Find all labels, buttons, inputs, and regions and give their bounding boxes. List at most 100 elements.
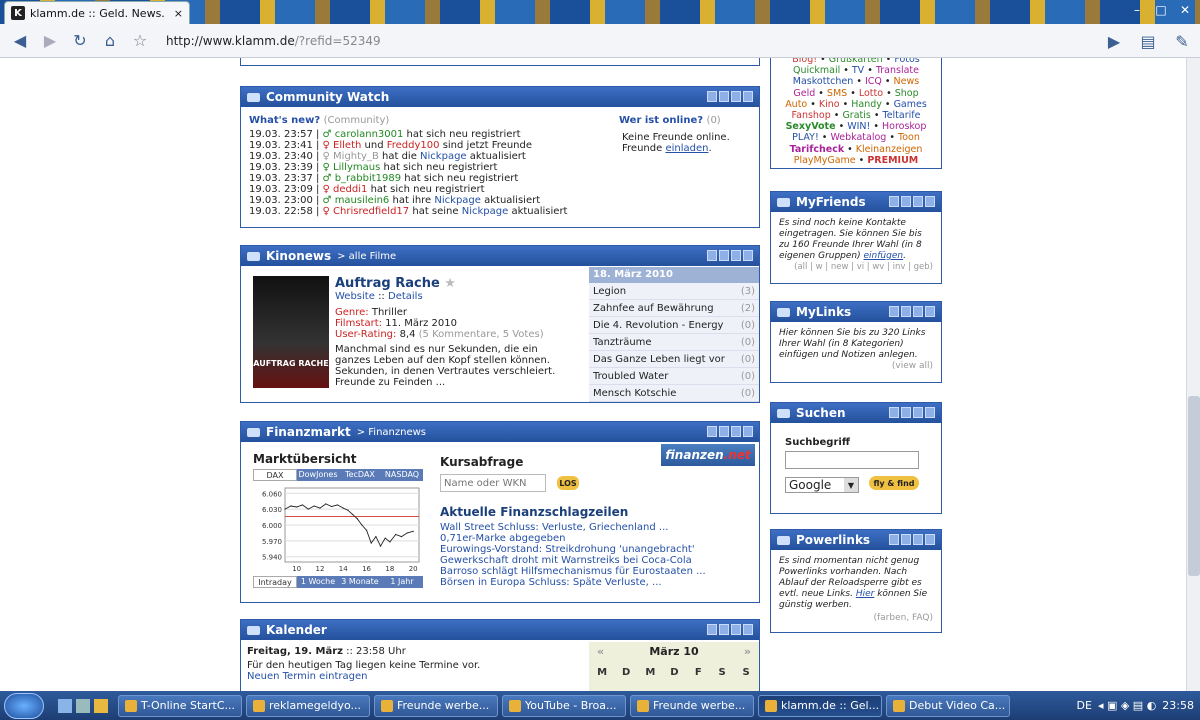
page-menu-icon[interactable]: ▤ <box>1134 28 1162 54</box>
hier-link[interactable]: Hier <box>856 589 875 599</box>
box-controls[interactable] <box>707 426 753 437</box>
close-window-icon[interactable]: ✕ <box>1174 2 1196 18</box>
service-link[interactable]: Maskottchen <box>793 76 854 87</box>
user-link[interactable]: Nickpage <box>434 195 481 206</box>
browser-tab[interactable]: K klamm.de :: Geld. News. ... × <box>4 1 190 24</box>
farben-faq-link[interactable]: (farben, FAQ) <box>771 613 941 623</box>
einfuegen-link[interactable]: einfügen <box>864 251 904 261</box>
service-link[interactable]: SexyVote <box>786 121 836 132</box>
user-link[interactable]: Chrisredfield17 <box>333 206 409 217</box>
user-link[interactable]: Elleth <box>333 140 361 151</box>
service-link[interactable]: Tarifcheck <box>790 144 845 155</box>
service-link[interactable]: Lotto <box>859 88 883 99</box>
finanzen-net-logo[interactable]: finanzen .net <box>661 444 755 466</box>
user-link[interactable]: Nickpage <box>420 151 467 162</box>
box-controls[interactable] <box>707 91 753 102</box>
service-link[interactable]: Shop <box>895 88 919 99</box>
website-link[interactable]: Website <box>335 291 375 302</box>
tray-icons[interactable]: ◂ ▣ ◈ ▤ ◐ <box>1098 699 1156 712</box>
reload-icon[interactable]: ↻ <box>66 28 94 54</box>
news-headline[interactable]: Barroso schlägt Hilfsmechanismus für Eur… <box>440 566 740 577</box>
vertical-scrollbar[interactable] <box>1186 58 1200 691</box>
service-link[interactable]: Quickmail <box>793 65 840 76</box>
service-link[interactable]: Kino <box>819 99 840 110</box>
wrench-icon[interactable]: ✎ <box>1168 28 1196 54</box>
taskbar-item[interactable]: Debut Video Ca... <box>886 694 1010 717</box>
service-link[interactable]: Teltarife <box>883 110 921 121</box>
user-link[interactable]: Mighty_B <box>333 151 379 162</box>
service-link[interactable]: Grußkarten <box>829 58 883 65</box>
market-tab-nasdaq[interactable]: NASDAQ <box>381 469 423 481</box>
user-link[interactable]: deddi1 <box>333 184 367 195</box>
prev-month-icon[interactable]: « <box>597 645 604 658</box>
period-tab[interactable]: 3 Monate <box>339 576 381 588</box>
news-headline[interactable]: 0,71er-Marke abgegeben <box>440 533 740 544</box>
tab-close-icon[interactable]: × <box>174 7 183 20</box>
all-films-link[interactable]: > alle Filme <box>337 251 396 262</box>
user-link[interactable]: b_rabbit1989 <box>335 173 401 184</box>
view-all-link[interactable]: (view all) <box>771 361 941 371</box>
language-indicator[interactable]: DE <box>1077 699 1092 712</box>
home-icon[interactable]: ⌂ <box>96 28 124 54</box>
taskbar-item[interactable]: Freunde werbe... <box>630 694 754 717</box>
service-link[interactable]: News <box>894 76 920 87</box>
service-link[interactable]: Fanshop <box>792 110 831 121</box>
service-link[interactable]: SMS <box>827 88 847 99</box>
service-link[interactable]: Fotos <box>894 58 919 65</box>
movie-list-item[interactable]: Die 4. Revolution - Energy (0) <box>589 317 759 334</box>
movie-poster[interactable]: AUFTRAG RACHE <box>253 276 329 388</box>
play-icon[interactable]: ▶ <box>1100 28 1128 54</box>
taskbar-item[interactable]: YouTube - Broa... <box>502 694 626 717</box>
user-link[interactable]: Nickpage <box>462 206 509 217</box>
service-link[interactable]: Handy <box>851 99 882 110</box>
service-link[interactable]: Blog! <box>792 58 817 65</box>
service-link[interactable]: Gratis <box>842 110 870 121</box>
taskbar-item[interactable]: T-Online StartC... <box>118 694 242 717</box>
service-link[interactable]: PlayMyGame <box>794 155 856 166</box>
market-tab-dowjones[interactable]: DowJones <box>297 469 339 481</box>
forward-icon[interactable]: ▶ <box>36 28 64 54</box>
bookmark-star-icon[interactable]: ☆ <box>126 28 154 54</box>
news-headline[interactable]: Wall Street Schluss: Verluste, Griechenl… <box>440 522 740 533</box>
user-link[interactable]: Lillymaus <box>333 162 380 173</box>
movie-list-item[interactable]: Tanzträume (0) <box>589 334 759 351</box>
period-tab[interactable]: 1 Woche <box>297 576 339 588</box>
service-link[interactable]: Auto <box>785 99 807 110</box>
next-month-icon[interactable]: » <box>744 645 751 658</box>
movie-list-item[interactable]: Mensch Kotschie (0) <box>589 385 759 402</box>
friends-filters[interactable]: (all | w | new | vi | wv | inv | geb) <box>771 262 941 272</box>
invite-link[interactable]: einladen <box>665 143 708 154</box>
user-link[interactable]: carolann3001 <box>335 129 404 140</box>
fly-find-button[interactable]: fly & find <box>869 476 919 490</box>
kurs-input[interactable] <box>440 474 546 492</box>
maximize-icon[interactable]: □ <box>1150 2 1172 18</box>
address-bar[interactable]: http://www.klamm.de/?refid=52349 <box>162 29 1082 53</box>
movie-title[interactable]: Auftrag Rache ★ <box>335 276 575 291</box>
market-tab-dax[interactable]: DAX <box>253 469 297 481</box>
quicklaunch-icon[interactable] <box>76 698 90 713</box>
finanznews-link[interactable]: > Finanznews <box>357 427 426 438</box>
search-engine-select[interactable]: Google ▼ <box>785 477 859 493</box>
movie-list-item[interactable]: Zahnfee auf Bewährung (2) <box>589 300 759 317</box>
user-link[interactable]: Freddy100 <box>387 140 440 151</box>
service-link[interactable]: PREMIUM <box>867 155 918 166</box>
box-controls[interactable] <box>707 624 753 635</box>
service-link[interactable]: Kleinanzeigen <box>856 144 923 155</box>
period-tab[interactable]: 1 Jahr <box>381 576 423 588</box>
box-controls[interactable] <box>707 250 753 261</box>
los-button[interactable]: LOS <box>557 476 579 490</box>
start-button[interactable] <box>4 692 44 719</box>
movie-list-item[interactable]: Das Ganze Leben liegt vor (0) <box>589 351 759 368</box>
minimize-icon[interactable]: – <box>1126 2 1148 18</box>
movie-list-item[interactable]: Troubled Water (0) <box>589 368 759 385</box>
service-link[interactable]: Horoskop <box>882 121 926 132</box>
period-tab[interactable]: Intraday <box>253 576 297 588</box>
scrollbar-thumb[interactable] <box>1188 396 1200 576</box>
service-link[interactable]: ICQ <box>865 76 882 87</box>
search-input[interactable] <box>785 451 919 469</box>
quicklaunch-icon[interactable] <box>58 698 72 713</box>
user-link[interactable]: mausilein6 <box>335 195 390 206</box>
taskbar-item[interactable]: Freunde werbe... <box>374 694 498 717</box>
service-link[interactable]: PLAY! <box>792 132 819 143</box>
taskbar-item[interactable]: reklamegeldyo... <box>246 694 370 717</box>
